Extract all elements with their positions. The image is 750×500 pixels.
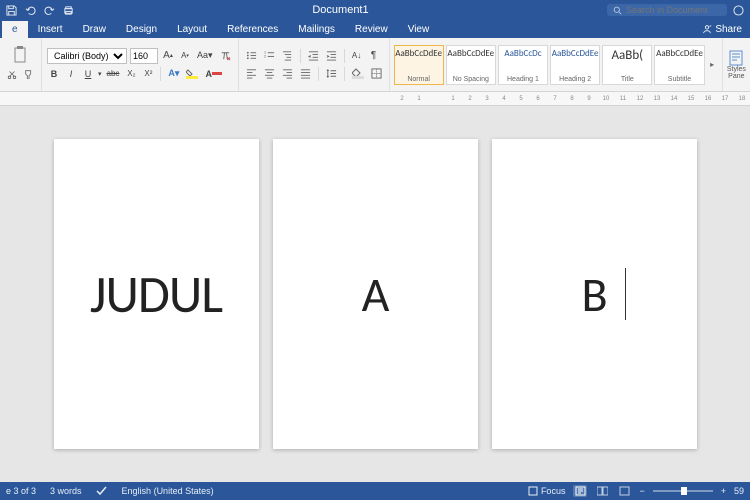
bullets-icon[interactable]: [244, 48, 259, 64]
highlight-icon[interactable]: [184, 66, 200, 82]
page-1[interactable]: JUDUL: [54, 139, 259, 449]
tab-layout[interactable]: Layout: [167, 21, 217, 38]
help-icon[interactable]: [733, 5, 744, 16]
styles-gallery: AaBbCcDdEeNormalAaBbCcDdEeNo SpacingAaBb…: [390, 38, 722, 91]
tab-mailings[interactable]: Mailings: [288, 21, 345, 38]
spell-check-icon[interactable]: [96, 486, 108, 496]
align-center-icon[interactable]: [262, 66, 277, 82]
language-status[interactable]: English (United States): [122, 486, 214, 496]
redo-icon[interactable]: [44, 5, 55, 16]
document-canvas[interactable]: JUDUL A B: [0, 106, 750, 482]
shrink-font-icon[interactable]: A▾: [178, 48, 192, 64]
tab-home[interactable]: e: [2, 21, 28, 38]
font-name-select[interactable]: Calibri (Body): [47, 48, 127, 64]
font-size-input[interactable]: [130, 48, 158, 64]
svg-text:2: 2: [264, 54, 266, 58]
zoom-out-icon[interactable]: −: [639, 486, 644, 496]
share-button[interactable]: Share: [694, 21, 750, 38]
subscript-button[interactable]: X₂: [124, 66, 138, 82]
statusbar: e 3 of 3 3 words English (United States)…: [0, 482, 750, 500]
indent-right-icon[interactable]: [324, 48, 339, 64]
strike-button[interactable]: abc: [105, 66, 122, 82]
sort-icon[interactable]: A↓: [350, 48, 364, 64]
tab-references[interactable]: References: [217, 21, 288, 38]
tab-draw[interactable]: Draw: [73, 21, 116, 38]
underline-button[interactable]: U: [81, 66, 95, 82]
style-heading-2[interactable]: AaBbCcDdEeHeading 2: [550, 45, 600, 85]
share-icon: [702, 24, 712, 34]
cut-icon[interactable]: [5, 66, 19, 82]
paragraph-group: 12 A↓ ¶: [239, 38, 390, 91]
paste-icon[interactable]: [5, 48, 36, 64]
style-title[interactable]: AaBb(Title: [602, 45, 652, 85]
undo-icon[interactable]: [25, 5, 36, 16]
superscript-button[interactable]: X²: [141, 66, 155, 82]
zoom-level[interactable]: 59: [734, 486, 744, 496]
line-spacing-icon[interactable]: [324, 66, 339, 82]
align-right-icon[interactable]: [280, 66, 295, 82]
align-left-icon[interactable]: [244, 66, 259, 82]
tab-review[interactable]: Review: [345, 21, 398, 38]
styles-more-icon[interactable]: ▸: [707, 60, 718, 69]
search-icon: [613, 6, 622, 15]
grow-font-icon[interactable]: A▴: [161, 48, 175, 64]
focus-mode[interactable]: Focus: [528, 486, 566, 496]
bold-button[interactable]: B: [47, 66, 61, 82]
show-marks-icon[interactable]: ¶: [367, 48, 381, 64]
justify-icon[interactable]: [298, 66, 313, 82]
indent-left-icon[interactable]: [306, 48, 321, 64]
page-text[interactable]: A: [362, 265, 389, 324]
clipboard-group: [0, 38, 42, 91]
zoom-in-icon[interactable]: +: [721, 486, 726, 496]
word-count[interactable]: 3 words: [50, 486, 82, 496]
print-icon[interactable]: [63, 5, 74, 16]
web-layout-view-icon[interactable]: [617, 485, 631, 497]
zoom-slider[interactable]: [653, 490, 713, 492]
save-icon[interactable]: [6, 5, 17, 16]
style-subtitle[interactable]: AaBbCcDdEeSubtitle: [654, 45, 704, 85]
format-painter-icon[interactable]: [22, 66, 36, 82]
page-3[interactable]: B: [492, 139, 697, 449]
numbering-icon[interactable]: 12: [262, 48, 277, 64]
page-text[interactable]: JUDUL: [90, 262, 222, 326]
document-title: Document1: [74, 4, 607, 16]
text-cursor: [625, 268, 626, 320]
change-case-icon[interactable]: Aa▾: [195, 48, 215, 64]
ribbon-tabs: e Insert Draw Design Layout References M…: [0, 20, 750, 38]
read-view-icon[interactable]: [595, 485, 609, 497]
search-input[interactable]: [626, 5, 716, 15]
ruler[interactable]: 21123456789101112131415161718: [0, 92, 750, 106]
style-no-spacing[interactable]: AaBbCcDdEeNo Spacing: [446, 45, 496, 85]
font-group: Calibri (Body) A▴ A▾ Aa▾ B I U ▾ abc X₂ …: [42, 38, 239, 91]
search-box[interactable]: [607, 4, 727, 16]
font-color-icon[interactable]: A: [203, 66, 224, 82]
print-layout-view-icon[interactable]: [573, 485, 587, 497]
shading-icon[interactable]: [350, 66, 366, 82]
tab-design[interactable]: Design: [116, 21, 167, 38]
styles-pane-button[interactable]: Styles Pane: [722, 38, 750, 91]
tab-view[interactable]: View: [398, 21, 440, 38]
page-2[interactable]: A: [273, 139, 478, 449]
page-text[interactable]: B: [581, 265, 606, 324]
tab-insert[interactable]: Insert: [28, 21, 73, 38]
clear-format-icon[interactable]: [218, 48, 233, 64]
text-effects-icon[interactable]: A▾: [166, 66, 181, 82]
page-count[interactable]: e 3 of 3: [6, 486, 36, 496]
ribbon: Calibri (Body) A▴ A▾ Aa▾ B I U ▾ abc X₂ …: [0, 38, 750, 92]
multilevel-icon[interactable]: [280, 48, 295, 64]
italic-button[interactable]: I: [64, 66, 78, 82]
style-heading-1[interactable]: AaBbCcDcHeading 1: [498, 45, 548, 85]
borders-icon[interactable]: [369, 66, 384, 82]
style-normal[interactable]: AaBbCcDdEeNormal: [394, 45, 444, 85]
titlebar: Document1: [0, 0, 750, 20]
